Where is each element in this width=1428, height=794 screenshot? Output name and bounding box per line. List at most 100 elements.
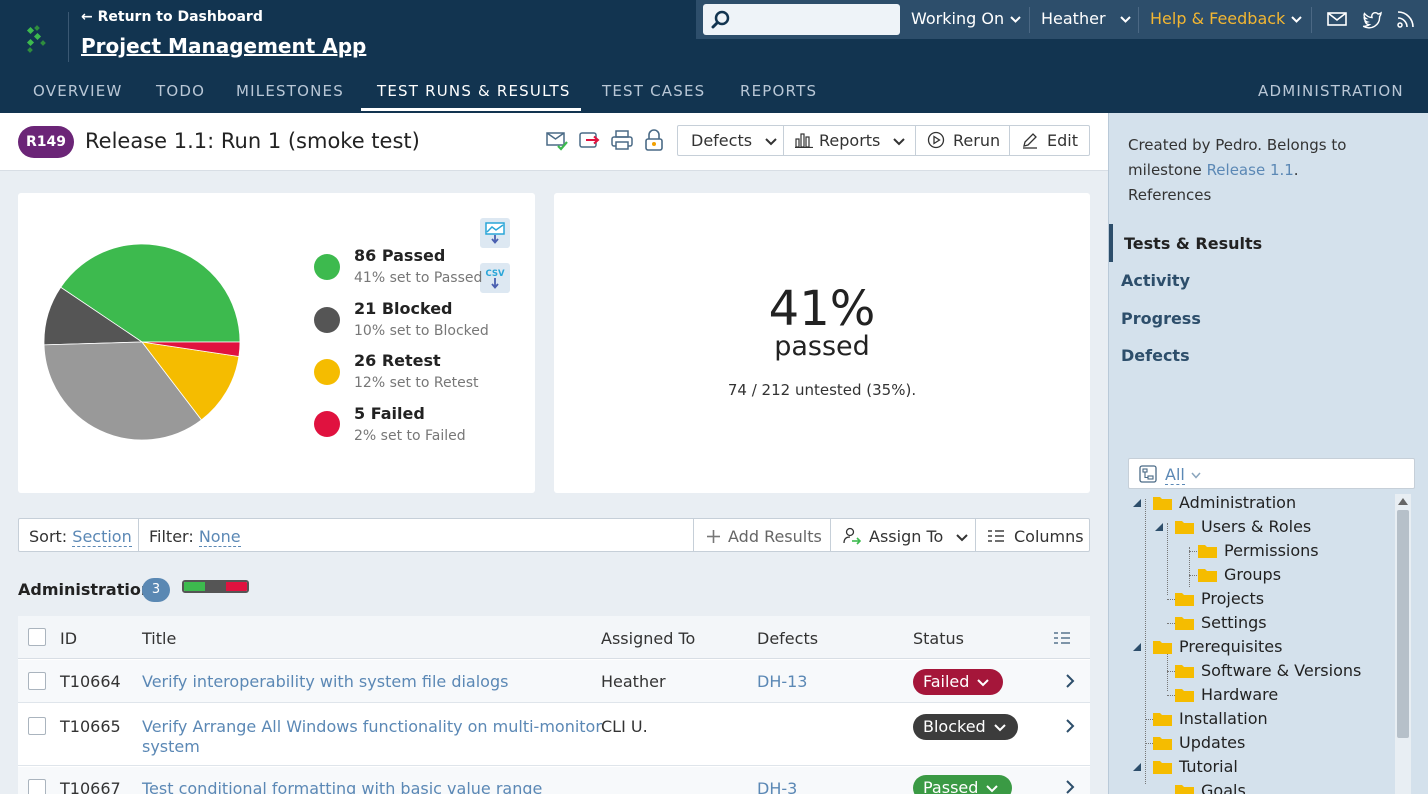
tree-node-projects[interactable]: Projects <box>1201 589 1264 608</box>
status-label: Failed <box>923 672 970 691</box>
tree-node-updates[interactable]: Updates <box>1179 733 1245 752</box>
user-name-label: Heather <box>1041 9 1106 28</box>
email-check-icon[interactable] <box>545 128 569 152</box>
tree-filter-box[interactable]: All <box>1128 458 1415 489</box>
defect-link[interactable]: DH-3 <box>757 779 797 794</box>
tree-node-settings[interactable]: Settings <box>1201 613 1267 632</box>
test-title-link-continued[interactable]: system <box>142 737 200 756</box>
tree-node-tutorial[interactable]: Tutorial <box>1179 757 1238 776</box>
tree-node-prerequisites[interactable]: Prerequisites <box>1179 637 1282 656</box>
column-header-status[interactable]: Status <box>913 629 964 648</box>
tree-node-software-versions[interactable]: Software & Versions <box>1201 661 1361 680</box>
tree-expanded-icon[interactable] <box>1133 499 1141 507</box>
tab-todo[interactable]: TODO <box>156 82 205 100</box>
twitter-icon[interactable] <box>1361 8 1383 30</box>
column-header-id[interactable]: ID <box>60 629 77 648</box>
sidebar-item-progress[interactable]: Progress <box>1121 309 1201 328</box>
columns-icon[interactable] <box>1054 631 1070 645</box>
tree-node-hardware[interactable]: Hardware <box>1201 685 1278 704</box>
status-dropdown[interactable]: Passed <box>913 775 1012 794</box>
mail-icon[interactable] <box>1326 8 1348 30</box>
test-title-link[interactable]: Verify interoperability with system file… <box>142 672 508 691</box>
tree-filter-all-link[interactable]: All <box>1165 465 1185 485</box>
toolbar-separator <box>975 519 976 551</box>
export-icon[interactable] <box>577 128 601 152</box>
tree-node-administration[interactable]: Administration <box>1179 493 1296 512</box>
help-feedback-menu[interactable]: Help & Feedback <box>1150 9 1303 28</box>
table-row[interactable]: T10665 Verify Arrange All Windows functi… <box>18 704 1090 766</box>
chevron-right-icon[interactable] <box>1065 779 1075 794</box>
tree-expanded-icon[interactable] <box>1155 523 1163 531</box>
row-checkbox[interactable] <box>28 672 46 690</box>
reports-button[interactable]: Reports <box>795 126 906 155</box>
sort-filter-toolbar: Sort: Section Filter: None Add Results A… <box>18 518 1090 552</box>
status-dropdown[interactable]: Blocked <box>913 714 1018 740</box>
sidebar-item-defects[interactable]: Defects <box>1121 346 1190 365</box>
table-row[interactable]: T10664 Verify interoperability with syst… <box>18 660 1090 703</box>
run-actions-group: Defects Reports Rerun Edit <box>677 125 1090 156</box>
chevron-right-icon[interactable] <box>1065 673 1075 689</box>
sort-section-link[interactable]: Section <box>72 527 132 547</box>
folder-icon <box>1175 689 1194 702</box>
test-title-link[interactable]: Test conditional formatting with basic v… <box>142 779 542 794</box>
print-icon[interactable] <box>610 128 634 152</box>
scroll-up-arrow-icon[interactable] <box>1398 498 1408 505</box>
tree-node-users-roles[interactable]: Users & Roles <box>1201 517 1311 536</box>
defects-button[interactable]: Defects <box>691 126 777 155</box>
status-dropdown[interactable]: Failed <box>913 669 1003 695</box>
main-navigation: OVERVIEW TODO MILESTONES TEST RUNS & RES… <box>0 77 1428 113</box>
rss-icon[interactable] <box>1395 8 1417 30</box>
tree-node-groups[interactable]: Groups <box>1224 565 1281 584</box>
sidebar-item-activity[interactable]: Activity <box>1121 271 1190 290</box>
folder-icon <box>1175 593 1194 606</box>
defect-link[interactable]: DH-13 <box>757 672 807 691</box>
row-checkbox[interactable] <box>28 717 46 735</box>
tree-expanded-icon[interactable] <box>1133 643 1141 651</box>
tree-scrollbar[interactable] <box>1395 494 1411 794</box>
table-row[interactable]: T10667 Test conditional formatting with … <box>18 767 1090 794</box>
filter-none-link[interactable]: None <box>198 527 241 547</box>
tab-milestones[interactable]: MILESTONES <box>236 82 344 100</box>
section-count-badge: 3 <box>142 578 170 602</box>
test-title-link[interactable]: Verify Arrange All Windows functionality… <box>142 717 602 736</box>
tree-node-goals[interactable]: Goals <box>1201 781 1246 794</box>
columns-button[interactable]: Columns <box>988 527 1084 546</box>
tab-reports[interactable]: REPORTS <box>740 82 817 100</box>
column-header-defects[interactable]: Defects <box>757 629 818 648</box>
working-on-menu[interactable]: Working On <box>911 9 1021 28</box>
select-all-checkbox[interactable] <box>28 628 46 646</box>
legend-blocked-percent: 10% set to Blocked <box>354 323 489 339</box>
tab-overview[interactable]: OVERVIEW <box>33 82 122 100</box>
bar-chart-icon <box>795 133 813 149</box>
search-input[interactable] <box>703 4 900 35</box>
return-to-dashboard-link[interactable]: ← Return to Dashboard <box>81 9 263 25</box>
project-title-link[interactable]: Project Management App <box>81 34 366 58</box>
edit-button[interactable]: Edit <box>1021 126 1078 155</box>
tab-test-runs-results[interactable]: TEST RUNS & RESULTS <box>377 82 571 100</box>
rerun-button[interactable]: Rerun <box>927 126 1000 155</box>
row-checkbox[interactable] <box>28 779 46 794</box>
add-results-button[interactable]: Add Results <box>707 527 822 546</box>
section-title: Administration <box>18 580 153 599</box>
chevron-right-icon[interactable] <box>1065 718 1075 734</box>
lock-icon[interactable] <box>642 128 666 152</box>
active-tab-indicator <box>361 108 581 111</box>
sort-control: Sort: Section <box>29 527 132 547</box>
milestone-link[interactable]: Release 1.1 <box>1207 161 1294 179</box>
results-chart-card: CSV 86 Passed 41% set to Passed 21 Block… <box>18 193 535 493</box>
tree-node-installation[interactable]: Installation <box>1179 709 1268 728</box>
tab-administration[interactable]: ADMINISTRATION <box>1258 82 1404 100</box>
column-header-title[interactable]: Title <box>142 629 176 648</box>
tab-test-cases[interactable]: TEST CASES <box>602 82 705 100</box>
user-menu[interactable]: Heather <box>1041 9 1131 28</box>
sidebar-item-tests-results[interactable]: Tests & Results <box>1124 234 1262 253</box>
chevron-down-icon <box>1010 16 1021 23</box>
tree-node-permissions[interactable]: Permissions <box>1224 541 1319 560</box>
tree-expanded-icon[interactable] <box>1133 763 1141 771</box>
assign-to-button[interactable]: Assign To <box>843 527 969 546</box>
app-logo-icon[interactable] <box>24 24 52 54</box>
column-header-assigned-to[interactable]: Assigned To <box>601 629 695 648</box>
scrollbar-thumb[interactable] <box>1397 510 1409 738</box>
download-image-button[interactable] <box>480 218 510 248</box>
download-csv-button[interactable]: CSV <box>480 263 510 293</box>
